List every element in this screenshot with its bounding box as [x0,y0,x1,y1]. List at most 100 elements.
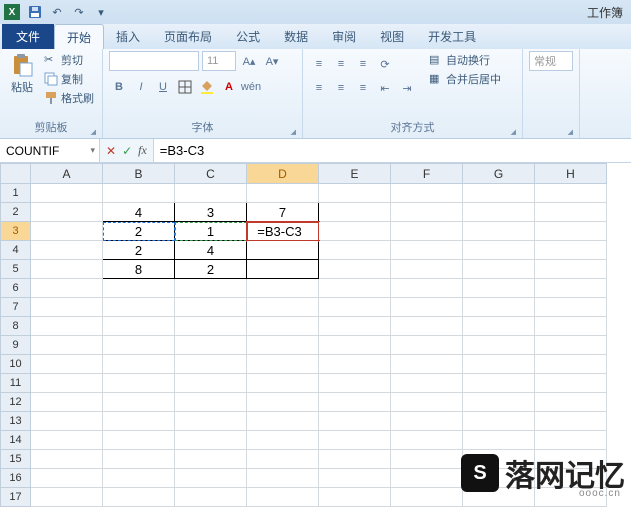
cell-B16[interactable] [103,469,175,488]
cell-G5[interactable] [463,260,535,279]
col-header-H[interactable]: H [535,164,607,184]
cell-G9[interactable] [463,336,535,355]
cell-E1[interactable] [319,184,391,203]
cell-C13[interactable] [175,412,247,431]
row-header-14[interactable]: 14 [1,431,31,450]
row-header-2[interactable]: 2 [1,203,31,222]
cell-G4[interactable] [463,241,535,260]
cell-F4[interactable] [391,241,463,260]
col-header-F[interactable]: F [391,164,463,184]
paste-button[interactable]: 粘贴 [6,51,38,97]
orientation-icon[interactable]: ⟳ [375,54,395,74]
cell-E5[interactable] [319,260,391,279]
row-header-9[interactable]: 9 [1,336,31,355]
cancel-formula-icon[interactable]: ✕ [106,144,116,158]
cell-A14[interactable] [31,431,103,450]
cell-C17[interactable] [175,488,247,507]
cell-C2[interactable]: 3 [175,203,247,222]
cell-B12[interactable] [103,393,175,412]
row-header-16[interactable]: 16 [1,469,31,488]
cell-H1[interactable] [535,184,607,203]
format-painter-button[interactable]: 格式刷 [42,89,96,107]
cell-G1[interactable] [463,184,535,203]
cell-E4[interactable] [319,241,391,260]
cell-D15[interactable] [247,450,319,469]
align-left-icon[interactable]: ≡ [309,78,329,98]
cell-G10[interactable] [463,355,535,374]
cell-E2[interactable] [319,203,391,222]
col-header-D[interactable]: D [247,164,319,184]
cell-A9[interactable] [31,336,103,355]
number-format-select[interactable]: 常规 [529,51,573,71]
cell-D14[interactable] [247,431,319,450]
cell-E13[interactable] [319,412,391,431]
cell-D10[interactable] [247,355,319,374]
cell-F13[interactable] [391,412,463,431]
row-header-8[interactable]: 8 [1,317,31,336]
formula-input[interactable]: =B3-C3 [154,139,631,162]
cut-button[interactable]: ✂剪切 [42,51,96,69]
cell-H5[interactable] [535,260,607,279]
cell-A13[interactable] [31,412,103,431]
cell-D9[interactable] [247,336,319,355]
col-header-B[interactable]: B [103,164,175,184]
cell-A1[interactable] [31,184,103,203]
cell-B6[interactable] [103,279,175,298]
cell-E16[interactable] [319,469,391,488]
phonetic-button[interactable]: wén [241,77,261,97]
cell-C16[interactable] [175,469,247,488]
cell-F10[interactable] [391,355,463,374]
cell-C7[interactable] [175,298,247,317]
cell-F15[interactable] [391,450,463,469]
cell-C12[interactable] [175,393,247,412]
cell-A4[interactable] [31,241,103,260]
cell-A8[interactable] [31,317,103,336]
cell-B17[interactable] [103,488,175,507]
cell-E17[interactable] [319,488,391,507]
cell-C11[interactable] [175,374,247,393]
cell-B15[interactable] [103,450,175,469]
cell-F3[interactable] [391,222,463,241]
cell-H13[interactable] [535,412,607,431]
row-header-3[interactable]: 3 [1,222,31,241]
tab-insert[interactable]: 插入 [104,24,152,49]
cell-A11[interactable] [31,374,103,393]
align-right-icon[interactable]: ≡ [353,78,373,98]
cell-C14[interactable] [175,431,247,450]
fx-icon[interactable]: fx [138,143,147,158]
cell-G2[interactable] [463,203,535,222]
cell-A17[interactable] [31,488,103,507]
cell-E12[interactable] [319,393,391,412]
cell-F1[interactable] [391,184,463,203]
cell-F6[interactable] [391,279,463,298]
redo-icon[interactable]: ↷ [70,3,88,21]
cell-A5[interactable] [31,260,103,279]
cell-C3[interactable]: 1 [175,222,247,241]
cell-C8[interactable] [175,317,247,336]
cell-C10[interactable] [175,355,247,374]
cell-E3[interactable] [319,222,391,241]
name-box[interactable]: COUNTIF [0,139,100,162]
cell-H6[interactable] [535,279,607,298]
cell-H3[interactable] [535,222,607,241]
row-header-5[interactable]: 5 [1,260,31,279]
cell-D7[interactable] [247,298,319,317]
cell-B8[interactable] [103,317,175,336]
cell-F8[interactable] [391,317,463,336]
cell-B3[interactable]: 2 [103,222,175,241]
increase-font-icon[interactable]: A▴ [239,51,259,71]
align-middle-icon[interactable]: ≡ [331,54,351,74]
cell-A15[interactable] [31,450,103,469]
row-header-6[interactable]: 6 [1,279,31,298]
cell-G8[interactable] [463,317,535,336]
col-header-G[interactable]: G [463,164,535,184]
cell-H14[interactable] [535,431,607,450]
cell-C1[interactable] [175,184,247,203]
row-header-15[interactable]: 15 [1,450,31,469]
cell-A12[interactable] [31,393,103,412]
wrap-text-button[interactable]: ▤自动换行 [427,51,503,69]
cell-C9[interactable] [175,336,247,355]
fill-color-button[interactable] [197,77,217,97]
border-button[interactable] [175,77,195,97]
cell-H7[interactable] [535,298,607,317]
